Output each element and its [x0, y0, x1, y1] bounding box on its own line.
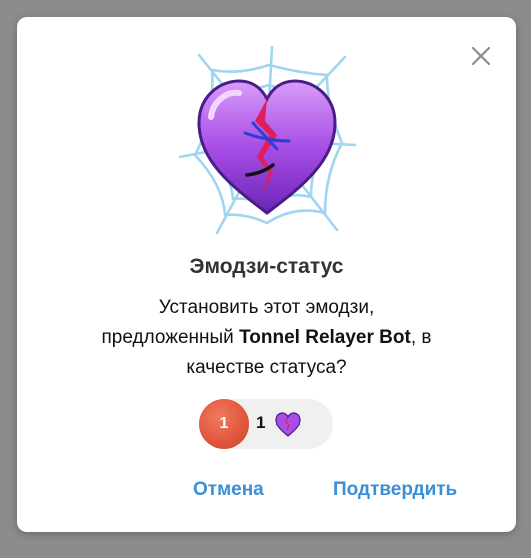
reaction-badge: 1 [199, 399, 249, 449]
reaction-pill[interactable]: 1 1 [199, 399, 333, 449]
message-line-3: качестве статуса? [186, 357, 347, 378]
dialog-title: Эмодзи-статус [189, 255, 344, 278]
message-line-1: Установить этот эмодзи, [158, 297, 375, 318]
close-button[interactable] [466, 41, 496, 71]
emoji-status-dialog: Эмодзи-статус Установить этот эмодзи, пр… [17, 17, 516, 532]
bot-name: Tonnel Relayer Bot [239, 327, 411, 348]
dialog-message: Установить этот эмодзи, предложенный Ton… [47, 293, 486, 383]
message-suffix: , в [410, 327, 432, 348]
cancel-button[interactable]: Отмена [193, 479, 264, 501]
purple-heart-icon [275, 412, 301, 437]
message-prefix: предложенный [101, 327, 240, 348]
close-icon[interactable] [466, 41, 496, 71]
confirm-button[interactable]: Подтвердить [333, 479, 457, 501]
broken-purple-heart-spiderweb-icon [178, 45, 357, 235]
reaction-count: 1 [256, 413, 266, 432]
message-line-2: предложенный Tonnel Relayer Bot, в [47, 323, 486, 353]
